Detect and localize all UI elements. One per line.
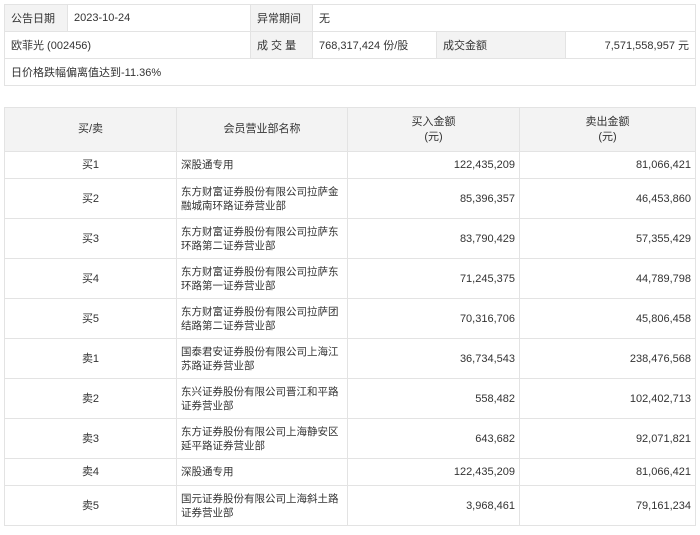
buy-amount-cell: 71,245,375 (347, 258, 520, 299)
broker-cell: 东方财富证券股份有限公司拉萨东环路第二证券营业部 (176, 218, 348, 259)
buy-amount-cell: 83,790,429 (347, 218, 520, 259)
info-row-reason: 日价格跌幅偏离值达到-11.36% (4, 58, 696, 86)
info-row-date: 公告日期 2023-10-24 异常期间 无 (4, 4, 696, 32)
side-cell: 卖1 (4, 338, 177, 379)
side-cell: 卖4 (4, 458, 177, 486)
header-sell-label: 卖出金额 (585, 115, 630, 128)
volume-label: 成 交 量 (250, 31, 313, 59)
sell-amount-cell: 44,789,798 (519, 258, 696, 299)
volume-value: 768,317,424 份/股 (312, 31, 437, 59)
sell-amount-cell: 92,071,821 (519, 418, 696, 459)
buy-amount-cell: 3,968,461 (347, 485, 520, 526)
sell-amount-cell: 79,161,234 (519, 485, 696, 526)
buy-amount-cell: 122,435,209 (347, 151, 520, 179)
sell-amount-cell: 46,453,860 (519, 178, 696, 219)
broker-cell: 东兴证券股份有限公司晋江和平路证券营业部 (176, 378, 348, 419)
table-row: 买1 深股通专用 122,435,209 81,066,421 (4, 151, 696, 179)
info-row-stock: 欧菲光 (002456) 成 交 量 768,317,424 份/股 成交金额 … (4, 31, 696, 59)
sell-amount-cell: 102,402,713 (519, 378, 696, 419)
table-row: 卖5 国元证券股份有限公司上海斜土路证券营业部 3,968,461 79,161… (4, 485, 696, 526)
table-row: 买4 东方财富证券股份有限公司拉萨东环路第一证券营业部 71,245,375 4… (4, 258, 696, 299)
broker-cell: 东方财富证券股份有限公司拉萨东环路第一证券营业部 (176, 258, 348, 299)
header-broker: 会员营业部名称 (176, 107, 348, 152)
table-row: 买3 东方财富证券股份有限公司拉萨东环路第二证券营业部 83,790,429 5… (4, 218, 696, 259)
buy-amount-cell: 85,396,357 (347, 178, 520, 219)
buy-amount-cell: 70,316,706 (347, 298, 520, 339)
table-row: 买2 东方财富证券股份有限公司拉萨金融城南环路证券营业部 85,396,357 … (4, 178, 696, 219)
side-cell: 卖2 (4, 378, 177, 419)
sell-amount-cell: 57,355,429 (519, 218, 696, 259)
broker-cell: 深股通专用 (176, 151, 348, 179)
buy-amount-cell: 36,734,543 (347, 338, 520, 379)
side-cell: 买3 (4, 218, 177, 259)
period-value: 无 (312, 4, 696, 32)
date-value: 2023-10-24 (67, 4, 251, 32)
table-row: 卖3 东方证券股份有限公司上海静安区延平路证券营业部 643,682 92,07… (4, 418, 696, 459)
header-buy: 买入金额 (元) (347, 107, 520, 152)
stock-name: 欧菲光 (002456) (4, 31, 251, 59)
header-side: 买/卖 (4, 107, 177, 152)
broker-cell: 东方财富证券股份有限公司拉萨团结路第二证券营业部 (176, 298, 348, 339)
side-cell: 买1 (4, 151, 177, 179)
table-row: 买5 东方财富证券股份有限公司拉萨团结路第二证券营业部 70,316,706 4… (4, 298, 696, 339)
sell-amount-cell: 45,806,458 (519, 298, 696, 339)
side-cell: 买2 (4, 178, 177, 219)
header-sell-unit: (元) (598, 130, 617, 143)
trading-detail-table: 买/卖 会员营业部名称 买入金额 (元) 卖出金额 (元) 买1 深股通专用 1… (4, 107, 696, 526)
announcement-info-table: 公告日期 2023-10-24 异常期间 无 欧菲光 (002456) 成 交 … (4, 4, 696, 86)
side-cell: 买5 (4, 298, 177, 339)
sell-amount-cell: 81,066,421 (519, 151, 696, 179)
header-buy-label: 买入金额 (411, 115, 456, 128)
side-cell: 卖3 (4, 418, 177, 459)
side-cell: 卖5 (4, 485, 177, 526)
amount-value: 7,571,558,957 元 (565, 31, 696, 59)
sell-amount-cell: 81,066,421 (519, 458, 696, 486)
reason-text: 日价格跌幅偏离值达到-11.36% (4, 58, 696, 86)
table-header-row: 买/卖 会员营业部名称 买入金额 (元) 卖出金额 (元) (4, 107, 696, 152)
table-row: 卖2 东兴证券股份有限公司晋江和平路证券营业部 558,482 102,402,… (4, 378, 696, 419)
buy-amount-cell: 122,435,209 (347, 458, 520, 486)
period-label: 异常期间 (250, 4, 313, 32)
table-row: 卖1 国泰君安证券股份有限公司上海江苏路证券营业部 36,734,543 238… (4, 338, 696, 379)
broker-cell: 深股通专用 (176, 458, 348, 486)
side-cell: 买4 (4, 258, 177, 299)
broker-cell: 国元证券股份有限公司上海斜土路证券营业部 (176, 485, 348, 526)
buy-amount-cell: 643,682 (347, 418, 520, 459)
amount-label: 成交金额 (436, 31, 566, 59)
sell-amount-cell: 238,476,568 (519, 338, 696, 379)
broker-cell: 东方证券股份有限公司上海静安区延平路证券营业部 (176, 418, 348, 459)
header-buy-unit: (元) (424, 130, 443, 143)
table-row: 卖4 深股通专用 122,435,209 81,066,421 (4, 458, 696, 486)
broker-cell: 东方财富证券股份有限公司拉萨金融城南环路证券营业部 (176, 178, 348, 219)
broker-cell: 国泰君安证券股份有限公司上海江苏路证券营业部 (176, 338, 348, 379)
date-label: 公告日期 (4, 4, 68, 32)
header-sell: 卖出金额 (元) (519, 107, 696, 152)
buy-amount-cell: 558,482 (347, 378, 520, 419)
